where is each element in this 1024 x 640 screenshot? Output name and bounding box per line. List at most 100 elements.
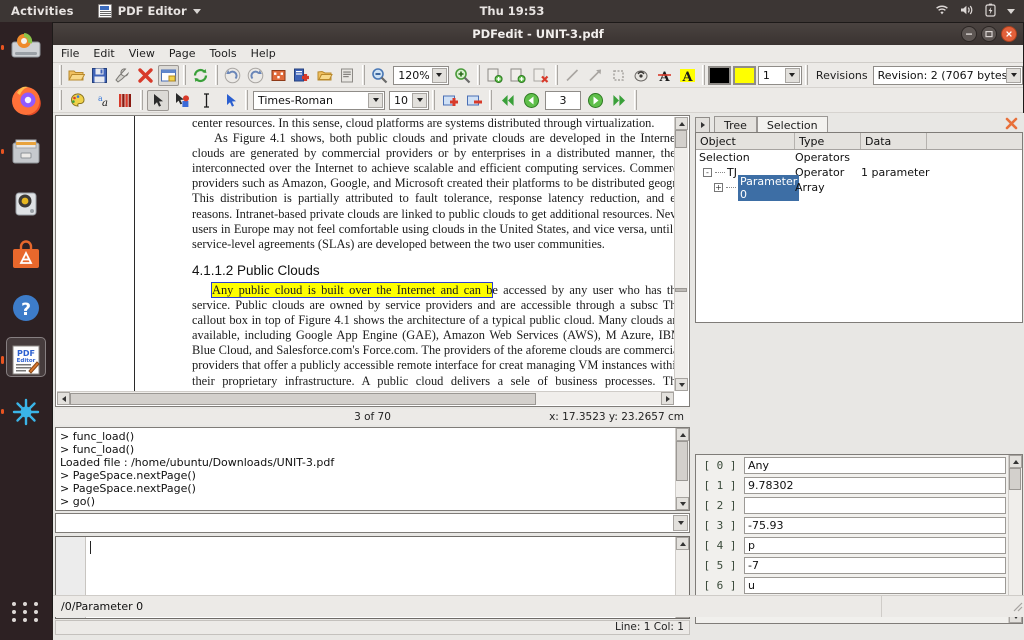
add-page-button[interactable] (484, 65, 505, 86)
dock-item-disk-utility[interactable] (0, 22, 52, 74)
property-value-input[interactable]: -7 (744, 557, 1006, 574)
menu-edit[interactable]: Edit (93, 47, 114, 60)
maximize-button[interactable] (981, 26, 997, 42)
window-titlebar[interactable]: PDFedit - UNIT-3.pdf (53, 23, 1023, 45)
tree-row[interactable]: Selection Operators (696, 150, 1022, 165)
pdf-page[interactable]: center resources. In this sense, cloud p… (56, 116, 689, 392)
page-properties-button[interactable] (337, 65, 358, 86)
dock-item-pdf-editor[interactable]: PDF Editor (0, 334, 52, 386)
volume-icon[interactable] (960, 4, 974, 19)
color-stripes-button[interactable] (114, 90, 136, 111)
command-input[interactable] (55, 513, 690, 533)
chevron-down-icon[interactable] (785, 68, 800, 83)
reload-button[interactable] (190, 65, 211, 86)
save-file-button[interactable] (89, 65, 110, 86)
dock-item-files[interactable] (0, 126, 52, 178)
rectangle-tool-button[interactable] (608, 65, 629, 86)
remove-object-button[interactable] (463, 90, 485, 111)
page-number-input[interactable]: 3 (545, 91, 581, 110)
tree-header-data[interactable]: Data (861, 133, 927, 149)
resize-grip[interactable] (1010, 599, 1023, 615)
insert-page-button[interactable] (291, 65, 312, 86)
open-file-button[interactable] (66, 65, 87, 86)
toolbar-grip[interactable] (59, 65, 62, 85)
property-value-input[interactable]: u (744, 577, 1006, 594)
console-scroll-down-arrow[interactable] (676, 497, 689, 510)
chevron-down-icon[interactable] (412, 93, 427, 108)
object-cursor-button[interactable] (171, 90, 193, 111)
menu-tools[interactable]: Tools (209, 47, 236, 60)
first-page-button[interactable] (496, 90, 518, 111)
object-tree-panel[interactable]: Object Type Data Selection Operators (695, 132, 1023, 323)
property-value-input[interactable]: p (744, 537, 1006, 554)
redo-button[interactable] (245, 65, 266, 86)
properties-scroll-up-arrow[interactable] (1009, 455, 1022, 468)
properties-scroll-thumb[interactable] (1009, 468, 1021, 490)
editor-scroll-up-arrow[interactable] (676, 537, 689, 550)
last-page-button[interactable] (608, 90, 630, 111)
zoom-level-combo[interactable]: 120% (393, 66, 448, 85)
fill-color-swatch[interactable] (733, 66, 756, 85)
menu-view[interactable]: View (129, 47, 155, 60)
arrow-tool-button[interactable] (585, 65, 606, 86)
text-cursor-button[interactable] (195, 90, 217, 111)
clock[interactable]: Thu 19:53 (0, 4, 1024, 18)
dock-item-ubuntu-software[interactable] (0, 230, 52, 282)
strikeout-text-button[interactable]: A (654, 65, 675, 86)
scroll-down-arrow[interactable] (675, 378, 688, 391)
show-applications-button[interactable] (0, 590, 52, 634)
dock-item-gimp[interactable] (0, 386, 52, 438)
minimize-button[interactable] (961, 26, 977, 42)
property-value-input[interactable]: Any (744, 457, 1006, 474)
console-output[interactable]: > func_load() > func_load() Loaded file … (55, 427, 690, 511)
horizontal-scroll-thumb[interactable] (70, 393, 536, 405)
dock-item-firefox[interactable] (0, 74, 52, 126)
chevron-down-icon[interactable] (432, 68, 447, 83)
previous-page-button[interactable] (520, 90, 542, 111)
font-family-combo[interactable]: Times-Roman (253, 91, 385, 110)
property-value-input[interactable]: 9.78302 (744, 477, 1006, 494)
chevron-down-icon[interactable] (368, 93, 383, 108)
system-menu-chevron-icon[interactable] (1007, 9, 1015, 14)
highlight-text-button[interactable]: A (677, 65, 698, 86)
property-value-input[interactable]: -75.93 (744, 517, 1006, 534)
tree-header-object[interactable]: Object (696, 133, 795, 149)
property-row[interactable]: [ 3 ] -75.93 (696, 515, 1022, 535)
tab-tree[interactable]: Tree (714, 116, 757, 133)
panel-splitter[interactable] (695, 443, 1023, 449)
tab-selection[interactable]: Selection (757, 116, 828, 133)
property-row[interactable]: [ 4 ] p (696, 535, 1022, 555)
new-window-button[interactable] (158, 65, 179, 86)
scroll-right-arrow[interactable] (661, 392, 674, 405)
console-scroll-up-arrow[interactable] (676, 428, 689, 441)
close-panel-icon[interactable] (1004, 116, 1019, 131)
document-horizontal-scrollbar[interactable] (57, 391, 674, 405)
dock-item-rhythmbox[interactable] (0, 178, 52, 230)
scroll-left-arrow[interactable] (57, 392, 70, 405)
menu-help[interactable]: Help (251, 47, 276, 60)
tree-row-selected[interactable]: + Parameter 0 Array (696, 180, 1022, 195)
highlighted-selection[interactable]: Any public cloud is built over the Inter… (212, 283, 492, 297)
tree-header-type[interactable]: Type (795, 133, 861, 149)
property-row[interactable]: [ 2 ] (696, 495, 1022, 515)
zoom-in-button[interactable] (452, 65, 473, 86)
add-object-button[interactable] (439, 90, 461, 111)
extract-page-button[interactable] (314, 65, 335, 86)
menu-file[interactable]: File (61, 47, 79, 60)
select-objects-button[interactable] (268, 65, 289, 86)
line-tool-button[interactable] (562, 65, 583, 86)
document-vertical-scrollbar[interactable] (674, 117, 688, 391)
delete-page-button[interactable] (530, 65, 551, 86)
color-tool-button[interactable] (66, 90, 88, 111)
dock-item-help[interactable]: ? (0, 282, 52, 334)
undo-button[interactable] (222, 65, 243, 86)
next-page-button[interactable] (584, 90, 606, 111)
property-row[interactable]: [ 0 ] Any (696, 455, 1022, 475)
scroll-up-arrow[interactable] (675, 117, 688, 130)
close-file-button[interactable] (135, 65, 156, 86)
battery-icon[interactable] (985, 3, 996, 20)
document-view[interactable]: center resources. In this sense, cloud p… (55, 115, 690, 407)
line-width-combo[interactable]: 1 (758, 66, 802, 85)
property-row[interactable]: [ 5 ] -7 (696, 555, 1022, 575)
normal-cursor-button[interactable] (147, 90, 169, 111)
